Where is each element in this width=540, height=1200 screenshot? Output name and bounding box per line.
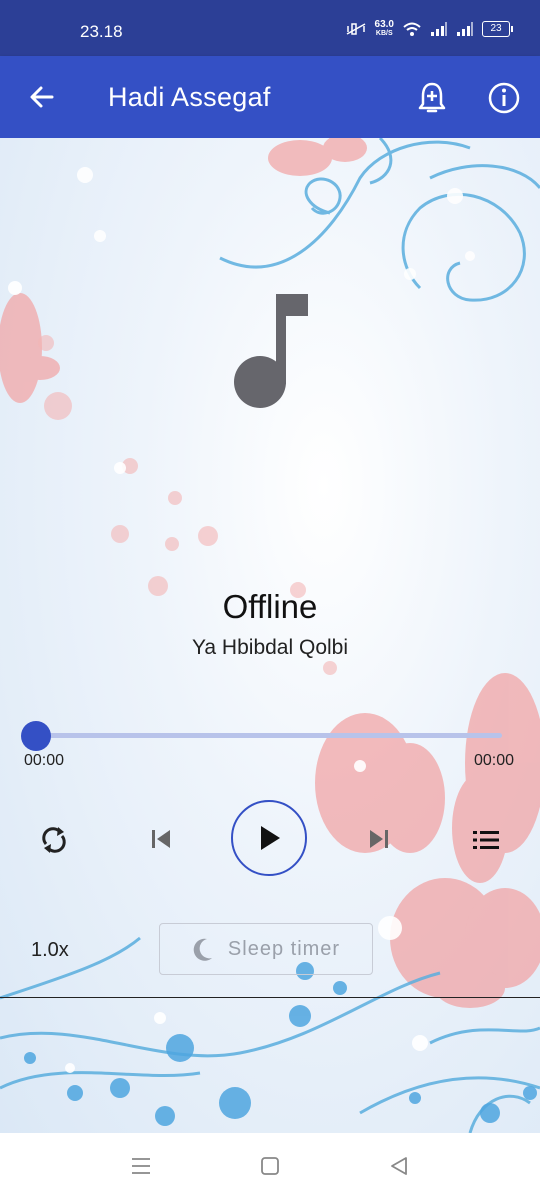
status-bar: 23.18 63.0 KB/S 23: [0, 0, 540, 56]
sleep-timer-button[interactable]: Sleep timer: [159, 923, 373, 975]
elapsed-time: 00:00: [24, 752, 65, 769]
track-title: Offline: [222, 588, 318, 625]
music-note-icon: [234, 294, 308, 408]
total-duration: 00:00: [473, 752, 514, 769]
signal-icon-2: [457, 22, 473, 36]
repeat-button[interactable]: [36, 822, 72, 858]
previous-button[interactable]: [146, 824, 176, 854]
app-bar: Hadi Assegaf: [0, 56, 540, 138]
divider: [0, 997, 540, 998]
repeat-icon: [42, 827, 66, 853]
alarm-add-icon[interactable]: [414, 80, 450, 116]
track-subtitle: Ya Hbibdal Qolbi: [191, 636, 349, 659]
play-icon: [261, 826, 280, 850]
skip-previous-icon: [152, 830, 170, 848]
network-speed-value: 63.0: [374, 19, 394, 30]
system-nav-bar: [0, 1133, 540, 1200]
queue-button[interactable]: [470, 824, 502, 856]
playback-speed-button[interactable]: 1.0x: [31, 939, 69, 962]
next-button[interactable]: [364, 824, 394, 854]
list-icon: [473, 831, 499, 849]
seek-bar-track[interactable]: [36, 733, 502, 738]
nav-back-button[interactable]: [388, 1155, 410, 1177]
signal-icon-1: [431, 22, 447, 36]
battery-icon: 23: [482, 21, 513, 37]
status-icons: 63.0 KB/S 23: [345, 20, 513, 38]
skip-next-icon: [370, 830, 388, 848]
wifi-icon: [403, 22, 421, 36]
seek-bar-thumb[interactable]: [21, 721, 51, 751]
vibrate-icon: [346, 23, 365, 35]
player-background: Offline Ya Hbibdal Qolbi 00:00 00:00 1.0…: [0, 138, 540, 1133]
back-button[interactable]: [26, 81, 58, 113]
network-speed-unit: KB/S: [375, 30, 393, 37]
app-title: Hadi Assegaf: [108, 82, 271, 112]
network-speed: 63.0 KB/S: [375, 20, 394, 38]
play-button[interactable]: [231, 800, 307, 876]
sleep-timer-label: Sleep timer: [227, 937, 341, 960]
info-icon[interactable]: [486, 80, 522, 116]
home-button[interactable]: [259, 1155, 281, 1177]
recent-apps-button[interactable]: [130, 1155, 152, 1177]
moon-icon: [193, 938, 212, 961]
status-time: 23.18: [80, 22, 123, 41]
